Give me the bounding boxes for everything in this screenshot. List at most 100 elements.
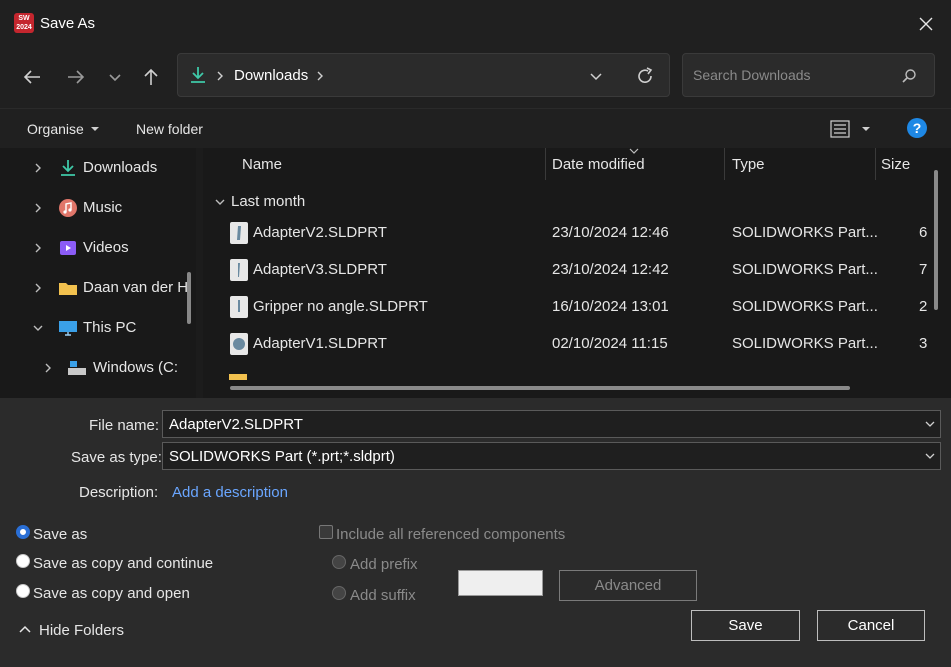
group-collapse-icon[interactable] — [214, 197, 226, 207]
column-header-size[interactable]: Size — [881, 156, 910, 173]
folder-icon — [229, 374, 247, 380]
chevron-down-icon[interactable] — [32, 322, 44, 334]
search-input[interactable]: Search Downloads — [682, 53, 935, 97]
add-suffix-radio[interactable] — [332, 586, 346, 600]
column-divider[interactable] — [875, 148, 876, 180]
music-icon — [59, 199, 77, 217]
folder-icon — [59, 283, 77, 295]
table-row[interactable]: AdapterV2.SLDPRT 23/10/2024 12:46 SOLIDW… — [223, 215, 943, 252]
sidebar-item-windows-drive[interactable]: Windows (C: — [0, 348, 196, 388]
column-divider[interactable] — [724, 148, 725, 180]
sidebar-item-label: Daan van der H — [83, 279, 189, 296]
hide-folders-button[interactable]: Hide Folders — [39, 622, 124, 639]
new-folder-button[interactable]: New folder — [136, 121, 203, 137]
file-date: 23/10/2024 12:42 — [552, 261, 669, 278]
close-icon[interactable] — [915, 13, 937, 35]
up-arrow-icon[interactable] — [138, 64, 164, 90]
include-references-checkbox[interactable] — [319, 525, 333, 539]
organise-dropdown-icon[interactable] — [90, 125, 100, 133]
recent-locations-chevron-icon[interactable] — [102, 64, 128, 90]
sidebar-item-label: Videos — [83, 239, 129, 256]
back-arrow-icon[interactable] — [19, 64, 45, 90]
sidebar-item-user-folder[interactable]: Daan van der H — [0, 268, 196, 308]
window-title: Save As — [40, 15, 96, 32]
file-date: 16/10/2024 13:01 — [552, 298, 669, 315]
file-size: 7 — [919, 261, 928, 278]
sidebar-item-label: Windows (C: — [93, 359, 179, 376]
sidebar-item-label: This PC — [83, 319, 137, 336]
chevron-right-icon[interactable] — [42, 362, 54, 374]
save-type-value: SOLIDWORKS Part (*.prt;*.sldprt) — [169, 448, 395, 465]
add-suffix-label: Add suffix — [350, 587, 416, 604]
save-copy-continue-label[interactable]: Save as copy and continue — [33, 555, 213, 572]
save-copy-open-radio[interactable] — [16, 584, 30, 598]
organise-button[interactable]: Organise — [27, 121, 84, 137]
column-divider[interactable] — [545, 148, 546, 180]
chevron-down-icon[interactable] — [924, 419, 936, 429]
address-history-chevron-icon[interactable] — [588, 68, 604, 84]
breadcrumb-chevron-icon[interactable] — [314, 69, 326, 83]
save-type-label: Save as type: — [71, 449, 162, 466]
save-as-radio[interactable] — [16, 525, 30, 539]
save-type-select[interactable]: SOLIDWORKS Part (*.prt;*.sldprt) — [162, 442, 941, 470]
prefix-suffix-input[interactable] — [458, 570, 543, 596]
sldprt-file-icon — [230, 259, 248, 281]
sidebar-item-this-pc[interactable]: This PC — [0, 308, 196, 348]
table-row[interactable]: AdapterV3.SLDPRT 23/10/2024 12:42 SOLIDW… — [223, 252, 943, 289]
refresh-icon[interactable] — [635, 66, 655, 86]
chevron-down-icon[interactable] — [924, 451, 936, 461]
view-dropdown-icon[interactable] — [861, 125, 871, 133]
download-icon — [191, 67, 205, 83]
title-bar: SW 2024 Save As — [0, 0, 951, 48]
file-name: AdapterV2.SLDPRT — [253, 224, 387, 241]
file-name: AdapterV1.SLDPRT — [253, 335, 387, 352]
file-size: 6 — [919, 224, 928, 241]
add-prefix-label: Add prefix — [350, 556, 418, 573]
column-header-date[interactable]: Date modified — [552, 156, 645, 173]
file-list: Name Date modified Type Size Last month … — [203, 148, 951, 398]
horizontal-scrollbar[interactable] — [230, 386, 850, 390]
monitor-icon — [59, 321, 77, 336]
add-description-link[interactable]: Add a description — [172, 484, 288, 501]
sidebar-item-music[interactable]: Music — [0, 188, 196, 228]
chevron-right-icon[interactable] — [32, 202, 44, 214]
group-header[interactable]: Last month — [231, 193, 305, 210]
table-row[interactable]: Gripper no angle.SLDPRT 16/10/2024 13:01… — [223, 289, 943, 326]
file-name-field[interactable]: AdapterV2.SLDPRT — [162, 410, 941, 438]
view-options-icon[interactable] — [829, 118, 851, 140]
save-button[interactable]: Save — [691, 610, 800, 641]
forward-arrow-icon[interactable] — [63, 64, 89, 90]
address-bar[interactable]: Downloads — [177, 53, 670, 97]
save-as-label[interactable]: Save as — [33, 526, 87, 543]
table-row[interactable]: AdapterV1.SLDPRT 02/10/2024 11:15 SOLIDW… — [223, 326, 943, 363]
cancel-button[interactable]: Cancel — [817, 610, 925, 641]
add-prefix-radio[interactable] — [332, 555, 346, 569]
file-date: 23/10/2024 12:46 — [552, 224, 669, 241]
chevron-right-icon[interactable] — [32, 282, 44, 294]
advanced-button[interactable]: Advanced — [559, 570, 697, 601]
save-copy-open-label[interactable]: Save as copy and open — [33, 585, 190, 602]
file-name-value[interactable]: AdapterV2.SLDPRT — [169, 416, 303, 433]
file-type: SOLIDWORKS Part... — [732, 335, 878, 352]
column-header-type[interactable]: Type — [732, 156, 765, 173]
sidebar-item-label: Music — [83, 199, 123, 216]
video-icon — [60, 241, 76, 255]
save-copy-continue-radio[interactable] — [16, 554, 30, 568]
file-name: Gripper no angle.SLDPRT — [253, 298, 428, 315]
file-type: SOLIDWORKS Part... — [732, 261, 878, 278]
sidebar-item-videos[interactable]: Videos — [0, 228, 196, 268]
vertical-scrollbar[interactable] — [934, 170, 938, 310]
solidworks-app-icon: SW 2024 — [14, 13, 34, 33]
breadcrumb-downloads[interactable]: Downloads — [234, 67, 308, 84]
chevron-right-icon[interactable] — [32, 242, 44, 254]
include-references-label: Include all referenced components — [336, 526, 566, 543]
sidebar-item-downloads[interactable]: Downloads — [0, 148, 196, 188]
sidebar-scrollbar[interactable] — [187, 272, 191, 324]
file-size: 2 — [919, 298, 928, 315]
column-header-name[interactable]: Name — [242, 156, 282, 173]
chevron-right-icon[interactable] — [32, 162, 44, 174]
file-name: AdapterV3.SLDPRT — [253, 261, 387, 278]
help-icon[interactable]: ? — [906, 117, 928, 139]
chevron-up-icon[interactable] — [18, 623, 32, 635]
file-size: 3 — [919, 335, 928, 352]
